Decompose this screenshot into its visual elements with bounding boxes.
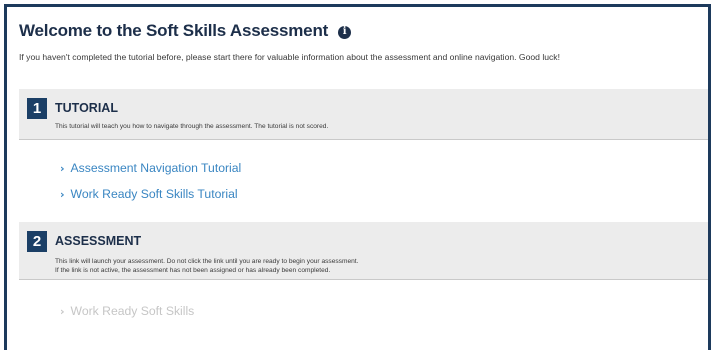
intro-text: If you haven't completed the tutorial be… [19, 52, 560, 62]
section-description-line-2: If the link is not active, the assessmen… [55, 267, 331, 274]
assessment-navigation-tutorial-link[interactable]: › Assessment Navigation Tutorial [60, 161, 241, 175]
work-ready-soft-skills-link: › Work Ready Soft Skills [60, 304, 194, 318]
section-description: This tutorial will teach you how to navi… [55, 123, 329, 130]
chevron-right-icon: › [60, 304, 65, 318]
title-row: Welcome to the Soft Skills Assessment i [19, 20, 352, 42]
section-heading-assessment: ASSESSMENT [55, 234, 142, 248]
assessment-section: 2 ASSESSMENT This link will launch your … [19, 222, 708, 280]
page-title: Welcome to the Soft Skills Assessment [19, 21, 329, 40]
link-label: Work Ready Soft Skills [70, 304, 195, 318]
chevron-right-icon: › [60, 161, 65, 175]
tutorial-section: 1 TUTORIAL This tutorial will teach you … [19, 89, 708, 140]
chevron-right-icon: › [60, 187, 65, 201]
section-number-badge: 2 [27, 231, 47, 252]
work-ready-soft-skills-tutorial-link[interactable]: › Work Ready Soft Skills Tutorial [60, 187, 238, 201]
link-label: Assessment Navigation Tutorial [70, 161, 242, 175]
info-circle-icon[interactable]: i [338, 25, 352, 39]
content-frame: Welcome to the Soft Skills Assessment i … [4, 4, 711, 350]
section-number-badge: 1 [27, 98, 47, 119]
link-label: Work Ready Soft Skills Tutorial [70, 187, 238, 201]
section-heading-tutorial: TUTORIAL [55, 101, 118, 115]
